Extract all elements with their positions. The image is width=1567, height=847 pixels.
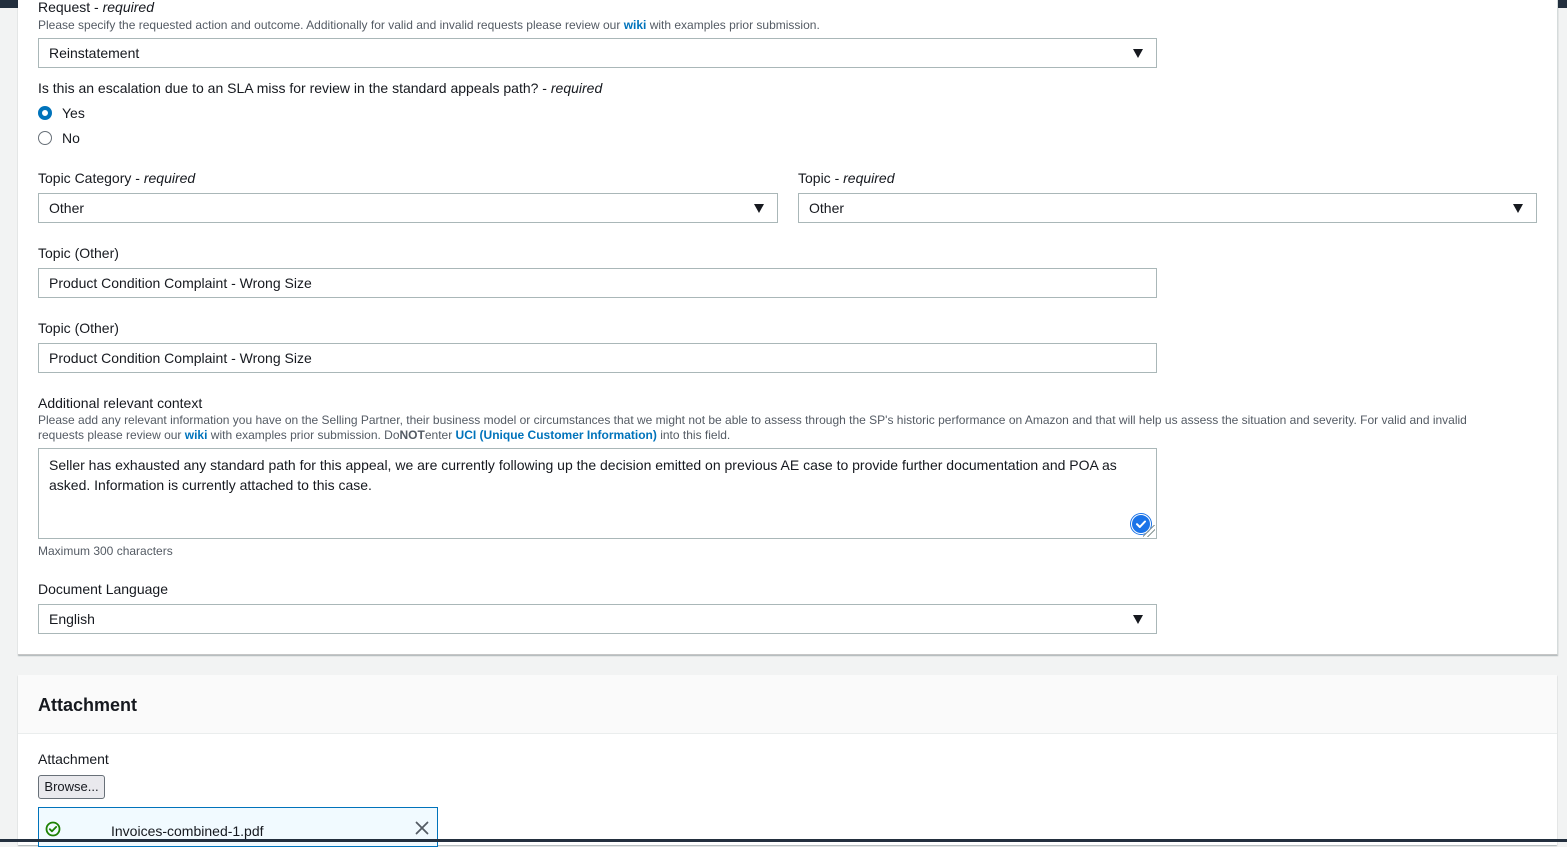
caret-down-icon: [1133, 49, 1143, 58]
resize-handle-icon[interactable]: [1143, 525, 1155, 537]
radio-unselected-icon[interactable]: [38, 131, 52, 145]
topic-select[interactable]: Other: [798, 193, 1537, 223]
topic-other-input[interactable]: Product Condition Complaint - Wrong Size: [38, 268, 1157, 298]
radio-selected-icon[interactable]: [38, 106, 52, 120]
context-textarea[interactable]: Seller has exhausted any standard path f…: [38, 448, 1157, 539]
file-name: Invoices-combined-1.pdf: [111, 823, 264, 839]
topic-value: Other: [809, 200, 845, 216]
radio-label-no: No: [62, 130, 80, 146]
topic-category-label: Topic Category - required: [38, 170, 196, 186]
topic-other-label-2: Topic (Other): [38, 320, 119, 336]
attachment-field-label: Attachment: [38, 751, 109, 767]
radio-option-yes[interactable]: Yes: [38, 104, 138, 124]
radio-label-yes: Yes: [62, 105, 85, 121]
request-description: Please specify the requested action and …: [38, 18, 820, 32]
request-label: Request - required: [38, 0, 154, 15]
context-hint: Maximum 300 characters: [38, 544, 173, 558]
document-language-label: Document Language: [38, 581, 168, 597]
request-select-value: Reinstatement: [49, 45, 140, 61]
attachment-header: Attachment: [18, 675, 1557, 734]
uci-link[interactable]: UCI (Unique Customer Information): [456, 428, 657, 442]
browse-button[interactable]: Browse...: [38, 775, 105, 799]
document-language-select[interactable]: English: [38, 604, 1157, 634]
request-select[interactable]: Reinstatement: [38, 38, 1157, 68]
attachment-container: Attachment Attachment Browse... Invoices…: [18, 675, 1557, 847]
request-wiki-link[interactable]: wiki: [624, 18, 647, 32]
topic-category-select[interactable]: Other: [38, 193, 778, 223]
topic-other-label: Topic (Other): [38, 245, 119, 261]
context-label: Additional relevant context: [38, 395, 203, 411]
radio-option-no[interactable]: No: [38, 129, 138, 149]
context-textarea-value: Seller has exhausted any standard path f…: [49, 457, 1117, 493]
remove-file-close-icon[interactable]: [415, 821, 429, 835]
caret-down-icon: [1133, 615, 1143, 624]
topic-label: Topic - required: [798, 170, 895, 186]
topic-other-value-2: Product Condition Complaint - Wrong Size: [49, 350, 312, 366]
caret-down-icon: [754, 204, 764, 213]
attachment-section-title: Attachment: [38, 695, 138, 715]
success-check-icon: [45, 821, 61, 837]
topic-other-value: Product Condition Complaint - Wrong Size: [49, 275, 312, 291]
caret-down-icon: [1513, 204, 1523, 213]
document-language-value: English: [49, 611, 95, 627]
context-wiki-link[interactable]: wiki: [185, 428, 208, 442]
form-container: Request - required Please specify the re…: [18, 0, 1558, 655]
context-description: Please add any relevant information you …: [38, 413, 1467, 442]
escalation-question: Is this an escalation due to an SLA miss…: [38, 80, 603, 96]
topic-category-value: Other: [49, 200, 85, 216]
topic-other-input-2[interactable]: Product Condition Complaint - Wrong Size: [38, 343, 1157, 373]
